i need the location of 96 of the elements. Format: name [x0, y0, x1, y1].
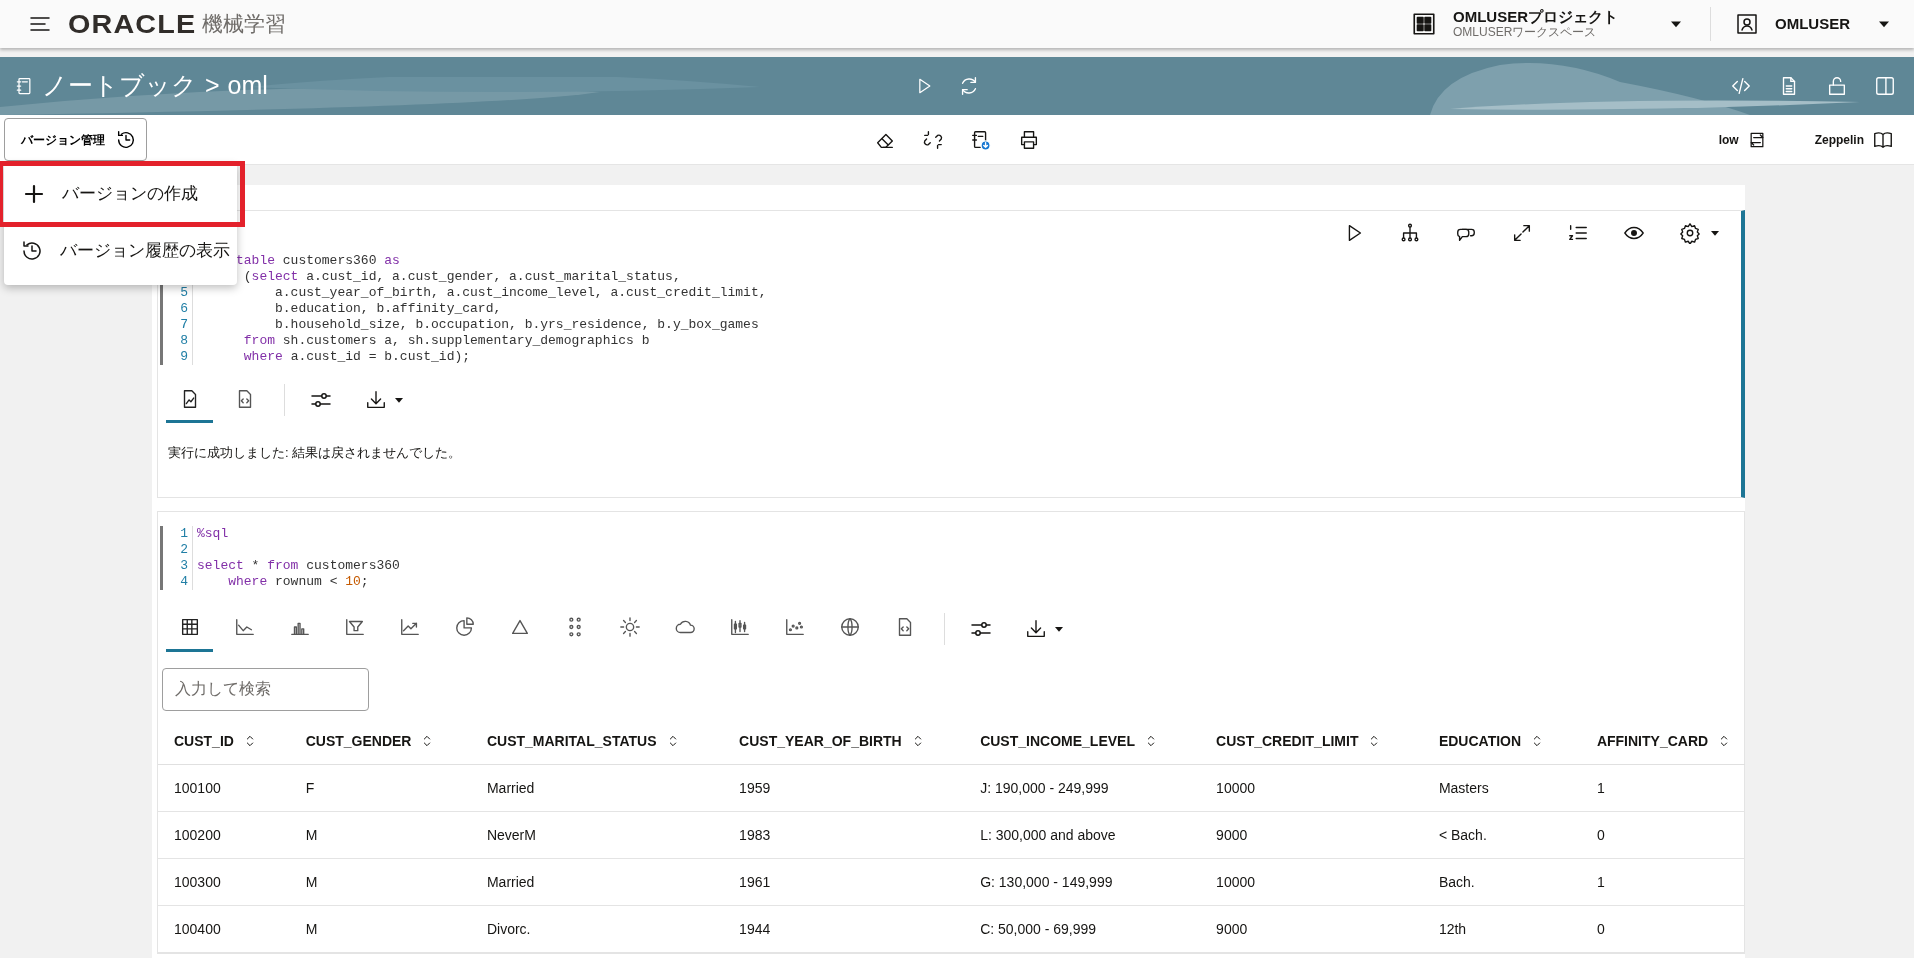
table-cell: 10000 — [1216, 873, 1256, 890]
expand-icon[interactable] — [1511, 222, 1533, 244]
table-cell: 100300 — [174, 873, 221, 890]
table-cell: Bach. — [1438, 873, 1475, 890]
code-icon[interactable] — [1730, 75, 1752, 97]
table-cell: Masters — [1438, 779, 1489, 796]
line-number: 1 — [163, 525, 193, 542]
line-number: 8 — [163, 333, 193, 349]
column-header[interactable]: CUST_CREDIT_LIMIT — [1216, 730, 1359, 752]
interpreter-label[interactable]: Zeppelin — [1814, 130, 1864, 149]
table-cell: L: 300,000 and above — [980, 826, 1116, 843]
panel-icon[interactable] — [1874, 75, 1896, 97]
candlestick-chart-icon — [728, 616, 751, 638]
hierarchy-icon[interactable] — [1399, 222, 1421, 244]
pie-chart-icon — [453, 616, 476, 638]
table-cell: 100400 — [174, 920, 221, 937]
trend-chart-icon — [398, 616, 421, 638]
table-cell: G: 130,000 - 149,999 — [980, 873, 1113, 890]
code-line: where a.cust_id = b.cust_id); — [242, 349, 471, 365]
table-cell: 9000 — [1216, 920, 1248, 937]
table-cell: 0 — [1596, 920, 1605, 937]
project-name[interactable]: OMLUSERプロジェクト — [1453, 9, 1618, 26]
table-cell: M — [305, 826, 318, 843]
product-name: 機械学習 — [201, 11, 286, 38]
column-header[interactable]: CUST_ID — [174, 730, 234, 752]
breadcrumb-separator: > — [205, 70, 220, 102]
table-cell: 12th — [1438, 920, 1467, 937]
print-icon[interactable] — [1018, 128, 1040, 151]
table-cell: 100200 — [174, 826, 221, 843]
download-icon[interactable] — [1025, 617, 1047, 640]
line-chart-icon — [233, 616, 256, 638]
table-cell: 9000 — [1216, 826, 1248, 843]
sun-icon — [618, 616, 641, 638]
code-line: from sh.customers a, sh.supplementary_demographics b — [242, 333, 650, 349]
column-header[interactable]: EDUCATION — [1438, 730, 1522, 752]
download-icon[interactable] — [365, 389, 387, 411]
table-cell: M — [305, 920, 318, 937]
table-cell: Married — [486, 779, 535, 796]
line-number: 9 — [163, 349, 193, 365]
connection-label[interactable]: low — [1718, 130, 1739, 149]
funnel-chart-icon — [343, 616, 366, 638]
table-cell: 1959 — [739, 779, 771, 796]
table-cell: 1944 — [739, 920, 771, 937]
table-cell: 1 — [1596, 779, 1605, 796]
history-icon — [20, 239, 44, 263]
table-cell: 1 — [1596, 873, 1605, 890]
result-message: 実行に成功しました: 結果は戻されませんでした。 — [167, 444, 463, 462]
notebook-title: oml — [227, 70, 268, 102]
menu-item[interactable]: バージョン履歴の表示 — [4, 223, 237, 279]
column-header[interactable]: CUST_MARITAL_STATUS — [486, 730, 657, 752]
globe-icon — [838, 616, 861, 638]
table-cell: J: 190,000 - 249,999 — [980, 779, 1109, 796]
workspace-name: OMLUSERワークスペース — [1453, 25, 1598, 39]
project-icon[interactable] — [1411, 11, 1437, 37]
table-cell: F — [305, 779, 315, 796]
table-cell: 1961 — [739, 873, 771, 890]
scatter-chart-icon — [783, 616, 806, 638]
table-cell: NeverM — [486, 826, 536, 843]
line-number: 2 — [163, 541, 193, 558]
table-cell: M — [305, 873, 318, 890]
table-cell: 10000 — [1216, 779, 1256, 796]
breadcrumb-link[interactable]: ノートブック — [42, 67, 197, 105]
column-header[interactable]: AFFINITY_CARD — [1596, 730, 1709, 752]
history-icon — [115, 128, 137, 151]
code-line: select * from customers360 — [196, 557, 400, 574]
line-number: 3 — [163, 557, 193, 574]
column-header[interactable]: CUST_YEAR_OF_BIRTH — [739, 730, 902, 752]
column-header[interactable]: CUST_INCOME_LEVEL — [980, 730, 1135, 752]
table-cell: C: 50,000 - 69,999 — [980, 920, 1097, 937]
line-number: 7 — [163, 317, 193, 333]
search-field[interactable]: 入力して検索 — [162, 667, 369, 711]
line-number: 6 — [163, 301, 193, 317]
user-name[interactable]: OMLUSER — [1775, 15, 1850, 33]
notebook-download-icon[interactable] — [970, 128, 992, 151]
plus-icon — [22, 182, 46, 206]
table-cell: 1983 — [739, 826, 771, 843]
table-cell: 100100 — [174, 779, 221, 796]
settings-icon[interactable] — [1679, 222, 1701, 244]
unlock-icon[interactable] — [1826, 75, 1848, 97]
table-cell: < Bach. — [1438, 826, 1487, 843]
code-line: a.cust_year_of_birth, a.cust_income_level, a.cust_credit_limit, — [274, 285, 767, 301]
table-cell: 0 — [1596, 826, 1605, 843]
line-number: 4 — [163, 573, 193, 590]
code-line: b.education, b.affinity_card, — [274, 301, 502, 317]
code-line: where rownum < 10; — [227, 573, 369, 590]
user-icon[interactable] — [1735, 12, 1759, 36]
brand-logo: ORACLE — [68, 11, 197, 37]
code-line: %sql — [196, 525, 229, 542]
table-cell: Divorc. — [486, 920, 531, 937]
code-line: (select a.cust_id, a.cust_gender, a.cust_marital_status, — [242, 269, 681, 285]
code-line: b.household_size, b.occupation, b.yrs_residence, b.y_box_games — [274, 317, 759, 333]
code-line: table customers360 as — [235, 253, 400, 269]
version-button[interactable]: バージョン管理 — [4, 118, 147, 161]
column-header[interactable]: CUST_GENDER — [305, 730, 412, 752]
menu-item[interactable]: バージョンの作成 — [2, 165, 241, 223]
table-cell: Married — [486, 873, 535, 890]
